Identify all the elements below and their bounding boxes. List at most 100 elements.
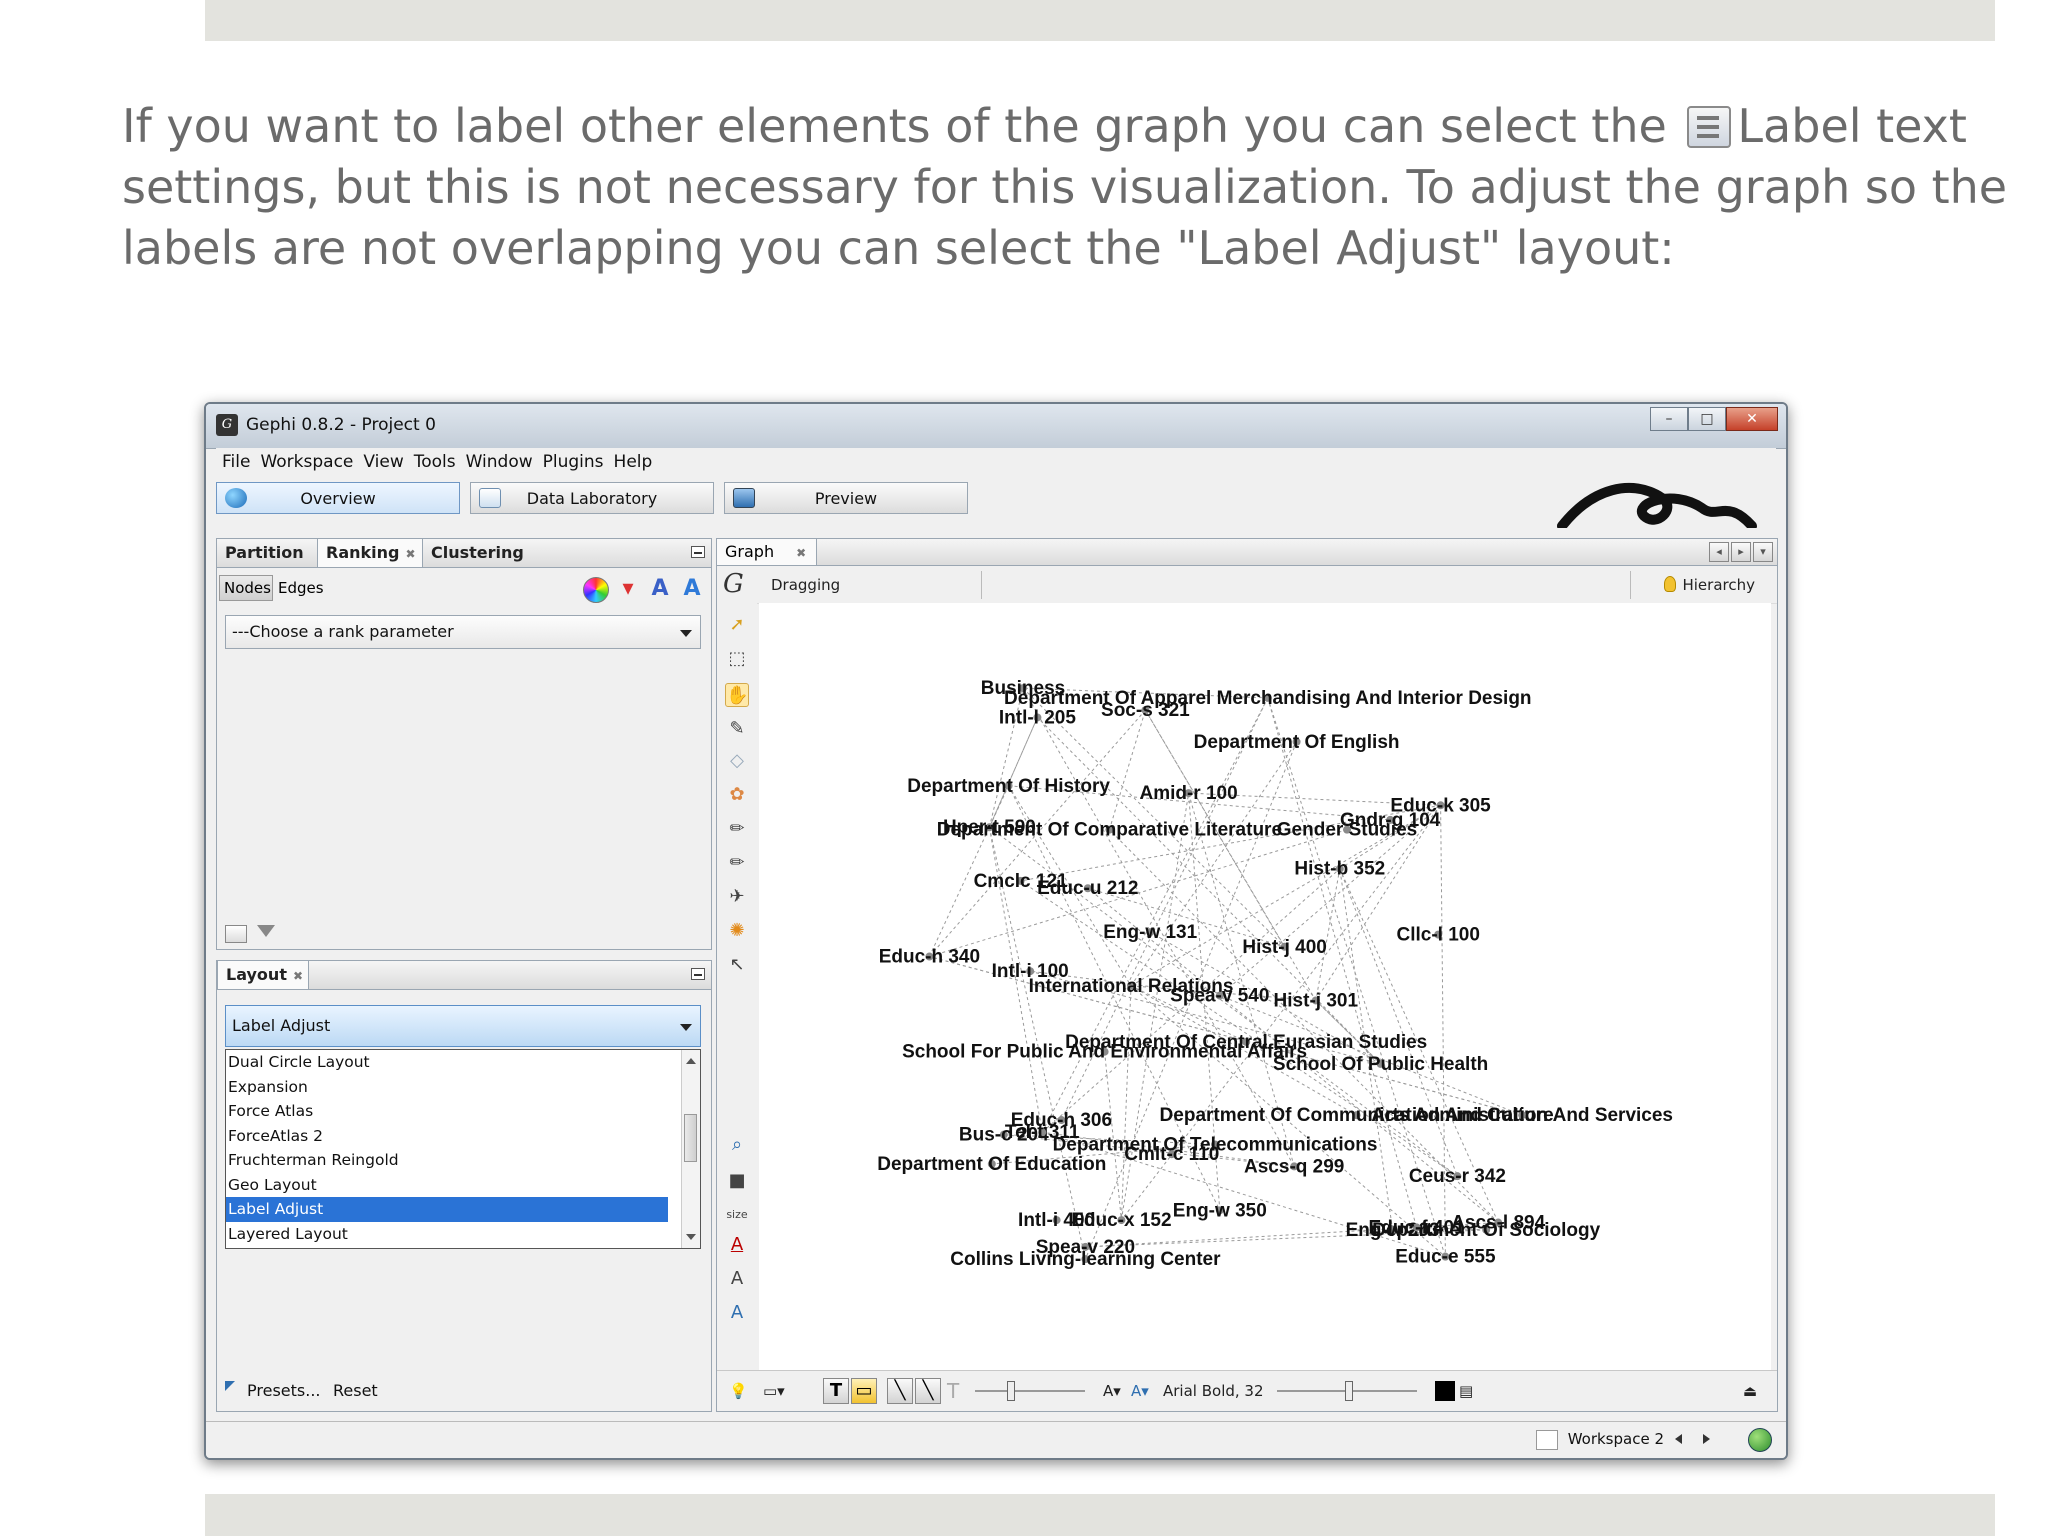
menu-file[interactable]: File [222, 452, 250, 472]
graph-node[interactable]: Educ-e 555 [1395, 1247, 1496, 1268]
maximize-button[interactable]: □ [1688, 407, 1726, 431]
label-size-icon[interactable]: A [725, 1301, 749, 1325]
size-diamond-icon[interactable]: ▾ [615, 577, 641, 601]
layout-option[interactable]: Fruchterman Reingold [226, 1148, 668, 1173]
tab-partition[interactable]: Partition [217, 539, 317, 567]
graph-node[interactable]: Ascs-l 894 [1451, 1213, 1545, 1234]
graph-node[interactable]: Arts Administration And Services [1371, 1105, 1673, 1126]
graph-node[interactable]: Cmlt-c 110 [1124, 1144, 1219, 1165]
chevron-left-icon[interactable]: ◂ [1709, 542, 1729, 562]
layout-option[interactable]: Layered Layout [226, 1222, 668, 1247]
scroll-down-icon[interactable] [686, 1234, 696, 1240]
screenshot-icon[interactable]: ▭▾ [763, 1379, 785, 1403]
slider-knob[interactable] [1007, 1381, 1015, 1401]
graph-node[interactable]: Eng-w 350 [1173, 1200, 1267, 1221]
label-size-icon[interactable]: A [679, 577, 705, 601]
graph-node[interactable]: Educ-h 340 [879, 947, 980, 968]
previous-workspace-icon[interactable] [1675, 1434, 1682, 1444]
edge-pencil-tool-icon[interactable]: ✏ [725, 851, 749, 875]
brush-tool-icon[interactable]: ✎ [725, 717, 749, 741]
close-button[interactable]: ✕ [1726, 407, 1778, 431]
hierarchy-button[interactable]: Hierarchy [1664, 576, 1755, 594]
tab-clustering[interactable]: Clustering [423, 539, 533, 567]
graph-node[interactable]: Cllc-l 100 [1396, 925, 1479, 946]
graph-node[interactable]: Department Of English [1194, 732, 1400, 753]
graph-node[interactable]: Department Of History [907, 776, 1110, 797]
show-labels-button[interactable]: T [823, 1378, 849, 1404]
menu-view[interactable]: View [363, 452, 403, 472]
layout-option[interactable]: Dual Circle Layout [226, 1050, 668, 1075]
menu-plugins[interactable]: Plugins [543, 452, 604, 472]
pointer-tool-icon[interactable]: ➚ [725, 613, 749, 637]
pencil-tool-icon[interactable]: ✏ [725, 817, 749, 841]
graph-node[interactable]: Educ-x 152 [1071, 1210, 1171, 1231]
slider-knob[interactable] [1345, 1381, 1353, 1401]
nodes-toggle[interactable]: Nodes [219, 575, 273, 601]
layout-option[interactable]: ForceAtlas 2 [226, 1124, 668, 1149]
close-tab-icon[interactable]: ✖ [405, 547, 415, 561]
graph-node[interactable]: Eng-w 131 [1103, 922, 1197, 943]
preview-mode-button[interactable]: Preview [724, 482, 968, 514]
color-wheel-icon[interactable] [583, 577, 609, 603]
graph-node[interactable]: Hist-j 400 [1242, 937, 1326, 958]
font-decrease-icon[interactable]: A▾ [1103, 1379, 1121, 1403]
globe-icon[interactable] [1748, 1428, 1772, 1452]
layout-select[interactable]: Label Adjust [225, 1005, 701, 1047]
chevron-down-icon[interactable]: ▾ [1753, 542, 1773, 562]
edges-toggle[interactable]: Edges [273, 575, 325, 601]
layout-option[interactable]: Force Atlas [226, 1099, 668, 1124]
graph-node[interactable]: Educ-u 212 [1037, 878, 1138, 899]
graph-node[interactable]: Department Of Apparel Merchandising And … [1004, 688, 1532, 709]
rank-parameter-select[interactable]: ---Choose a rank parameter [225, 615, 701, 649]
tab-graph[interactable]: Graph ✖ [717, 539, 817, 565]
graph-node[interactable]: School Of Public Health [1273, 1054, 1488, 1075]
tab-layout[interactable]: Layout ✖ [217, 961, 309, 989]
graph-node[interactable]: Hist-j 301 [1274, 990, 1359, 1011]
graph-node[interactable]: Spea-v 540 [1170, 986, 1269, 1007]
shortest-path-icon[interactable]: ✈ [725, 885, 749, 909]
painter-tool-icon[interactable]: ✿ [725, 783, 749, 807]
background-color-icon[interactable]: ■ [725, 1169, 749, 1193]
tab-ranking[interactable]: Ranking ✖ [317, 539, 423, 567]
data-laboratory-mode-button[interactable]: Data Laboratory [470, 482, 714, 514]
edge-scale-slider[interactable] [975, 1390, 1085, 1392]
overview-mode-button[interactable]: Overview [216, 482, 460, 514]
graph-node[interactable]: Hist-b 352 [1294, 859, 1385, 880]
close-tab-icon[interactable]: ✖ [293, 969, 303, 983]
graph-node[interactable]: Amid-r 100 [1139, 783, 1237, 804]
menu-tools[interactable]: Tools [414, 452, 456, 472]
lightbulb-icon[interactable]: 💡 [729, 1379, 748, 1403]
graph-canvas[interactable]: Business Intl-l 205 Soc-s 321 Department Of… [759, 603, 1771, 1371]
graph-node[interactable]: Collins Living-learning Center [950, 1249, 1221, 1270]
font-name-label[interactable]: Arial Bold, 32 [1163, 1379, 1264, 1403]
eject-icon[interactable]: ⏏ [1743, 1379, 1757, 1403]
next-workspace-icon[interactable] [1703, 1434, 1710, 1444]
presets-button[interactable]: Presets... [247, 1381, 320, 1400]
menu-window[interactable]: Window [466, 452, 533, 472]
minimize-panel-icon[interactable] [691, 546, 705, 558]
rectangle-select-icon[interactable]: ⬚ [725, 647, 749, 671]
minimize-panel-icon[interactable] [691, 968, 705, 980]
scroll-up-icon[interactable] [686, 1058, 696, 1064]
graph-node[interactable]: Ceus-r 342 [1409, 1166, 1506, 1187]
layout-option[interactable]: Geo Layout [226, 1173, 668, 1198]
label-font-icon[interactable]: A [725, 1267, 749, 1291]
scroll-thumb[interactable] [684, 1114, 697, 1162]
layout-option[interactable]: Expansion [226, 1075, 668, 1100]
graph-node[interactable]: Department Of Comparative Literature [937, 820, 1282, 841]
graph-node[interactable]: Department Of Education [877, 1154, 1106, 1175]
menu-help[interactable]: Help [614, 452, 653, 472]
label-settings-icon[interactable]: ▤ [1459, 1379, 1473, 1403]
label-background-button[interactable]: ▭ [851, 1378, 877, 1404]
zoom-icon[interactable]: ⌕ [725, 1133, 749, 1157]
minimize-button[interactable]: – [1650, 407, 1688, 431]
reset-button[interactable]: Reset [333, 1381, 378, 1400]
label-color-icon[interactable]: A [725, 1233, 749, 1257]
results-list-icon[interactable] [225, 925, 247, 943]
diamond-tool-icon[interactable]: ◇ [725, 749, 749, 773]
text-icon[interactable]: T [947, 1379, 959, 1403]
graph-node[interactable]: Intl-l 205 [999, 707, 1077, 728]
graph-node[interactable]: Ascs-q 299 [1244, 1156, 1344, 1177]
edges-toggle-button[interactable]: ╲ [887, 1378, 913, 1404]
drag-tool-icon[interactable]: ✋ [725, 683, 749, 707]
